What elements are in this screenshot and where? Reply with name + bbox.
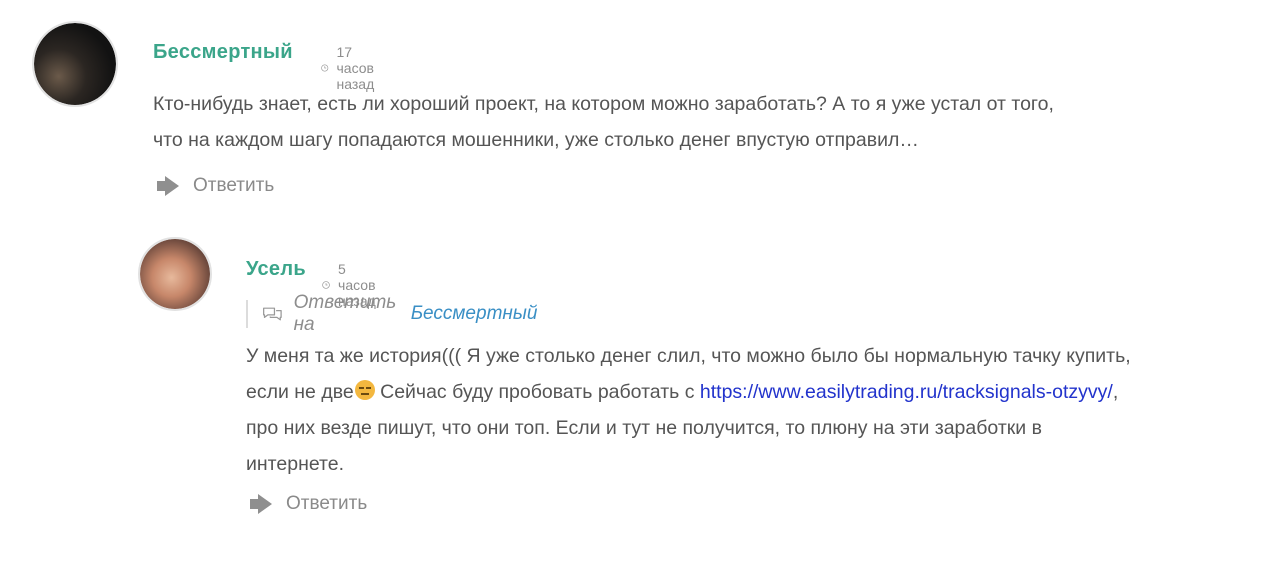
- comment-text: У меня та же история((( Я уже столько де…: [246, 338, 1246, 482]
- external-link[interactable]: https://www.easilytrading.ru/tracksignal…: [700, 381, 1113, 403]
- comment-text-line: Кто-нибудь знает, есть ли хороший проект…: [153, 93, 1054, 115]
- comment-author[interactable]: Бессмертный: [153, 41, 293, 64]
- reply-label: Ответить: [286, 493, 368, 514]
- speech-bubbles-icon: [263, 307, 282, 321]
- avatar[interactable]: [32, 21, 118, 107]
- comment-text-line: про них везде пишут, что они топ. Если и…: [246, 417, 1042, 439]
- reply-button[interactable]: Ответить: [155, 175, 274, 197]
- clock-icon: [321, 64, 329, 72]
- avatar[interactable]: [138, 237, 212, 311]
- comment-text-line: интернете.: [246, 453, 345, 475]
- comment-text-line: что на каждом шагу попадаются мошенники,…: [153, 129, 919, 151]
- reply-arrow-icon: [157, 176, 179, 196]
- unamused-face-emoji: [354, 380, 375, 400]
- comment-text-line: У меня та же история((( Я уже столько де…: [246, 345, 1131, 367]
- clock-icon: [322, 281, 330, 289]
- reply-label: Ответить: [193, 175, 275, 196]
- reply-to-author-link[interactable]: Бессмертный: [411, 303, 538, 325]
- timestamp-text: 17 часов назад: [336, 44, 375, 92]
- reply-to-note: Ответить на Бессмертный: [246, 292, 538, 335]
- reply-to-prefix: Ответить на: [293, 292, 397, 335]
- comment-author[interactable]: Усель: [246, 258, 306, 281]
- reply-button[interactable]: Ответить: [248, 493, 367, 515]
- comment-text-line: если не две Сейчас буду пробовать работа…: [246, 374, 1246, 410]
- comment-timestamp[interactable]: 17 часов назад: [321, 44, 383, 92]
- text-segment: ,: [1112, 381, 1119, 403]
- reply-arrow-icon: [250, 494, 272, 514]
- comment-text: Кто-нибудь знает, есть ли хороший проект…: [153, 86, 1213, 158]
- text-segment: Сейчас буду пробовать работать с: [374, 381, 700, 403]
- text-segment: если не две: [246, 381, 354, 403]
